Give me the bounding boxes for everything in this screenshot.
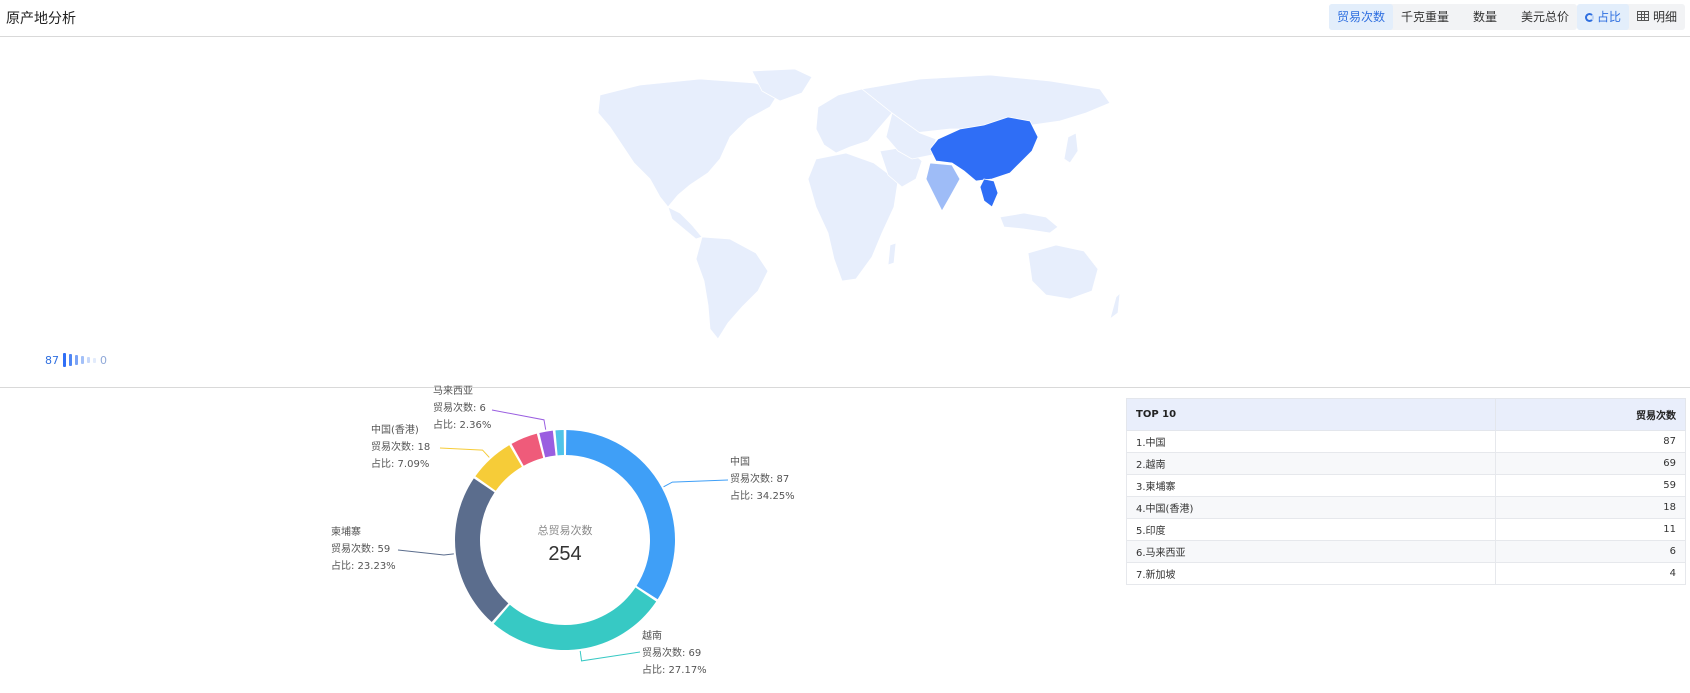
slice-label-count: 贸易次数: 6 xyxy=(433,403,486,414)
table-row[interactable]: 4.中国(香港) 18 xyxy=(1126,496,1686,519)
donut-icon xyxy=(1585,13,1594,22)
slice-label-pct: 占比: 23.23% xyxy=(331,561,396,572)
map-region-japan xyxy=(1063,132,1079,164)
map-region-southeast-asia xyxy=(999,212,1059,234)
world-map xyxy=(597,68,1120,340)
leader-line xyxy=(397,549,454,556)
tab-proportion-label: 占比 xyxy=(1597,10,1622,24)
slice-label-name: 柬埔寨 xyxy=(331,527,361,538)
map-region-new-zealand xyxy=(1109,292,1120,321)
row-name: 1.中国 xyxy=(1126,430,1496,453)
slice-label-name: 中国 xyxy=(730,457,750,468)
map-region-india xyxy=(925,162,961,212)
legend-step xyxy=(87,357,90,363)
legend-step xyxy=(81,356,84,364)
leader-line xyxy=(663,479,729,488)
slice-label-pct: 占比: 34.25% xyxy=(730,491,795,502)
donut-chart: 总贸易次数 254 xyxy=(397,409,729,662)
slice-label-pct: 占比: 7.09% xyxy=(371,459,430,470)
row-value: 59 xyxy=(1495,474,1686,497)
page-header: 原产地分析 贸易次数 千克重量 数量 美元总价 占比 明细 xyxy=(0,0,1690,37)
row-value: 4 xyxy=(1495,562,1686,585)
table-row[interactable]: 5.印度 11 xyxy=(1126,518,1686,541)
row-value: 6 xyxy=(1495,540,1686,563)
slice-label-pct: 占比: 27.17% xyxy=(642,665,707,676)
tab-proportion[interactable]: 占比 xyxy=(1577,4,1630,30)
row-name: 7.新加坡 xyxy=(1126,562,1496,585)
donut-slice-6[interactable] xyxy=(555,430,564,456)
map-region-south-america xyxy=(695,236,769,340)
slice-label-hongkong: 中国(香港) 贸易次数: 18 占比: 7.09% xyxy=(371,422,430,473)
map-region-north-america xyxy=(597,78,781,208)
row-value: 69 xyxy=(1495,452,1686,475)
row-name: 3.柬埔寨 xyxy=(1126,474,1496,497)
table-header-row: TOP 10 贸易次数 xyxy=(1126,398,1686,431)
tab-quantity[interactable]: 数量 xyxy=(1457,4,1513,30)
table-icon xyxy=(1637,11,1650,21)
row-name: 4.中国(香港) xyxy=(1126,496,1496,519)
donut-slice-2[interactable] xyxy=(454,478,509,623)
row-name: 5.印度 xyxy=(1126,518,1496,541)
legend-step xyxy=(75,355,78,365)
slice-label-vietnam: 越南 贸易次数: 69 占比: 27.17% xyxy=(642,628,707,679)
col-header-trade-count[interactable]: 贸易次数 xyxy=(1495,398,1686,431)
slice-label-count: 贸易次数: 59 xyxy=(331,544,391,555)
map-region-australia xyxy=(1027,244,1099,300)
slice-label-malaysia: 马来西亚 贸易次数: 6 占比: 2.36% xyxy=(433,383,491,434)
view-tab-group: 占比 明细 xyxy=(1577,4,1686,30)
map-region-central-america xyxy=(667,206,703,240)
table-row[interactable]: 1.中国 87 xyxy=(1126,430,1686,453)
legend-max-label: 87 xyxy=(45,353,59,367)
metric-tab-group: 贸易次数 千克重量 数量 美元总价 xyxy=(1329,4,1578,30)
slice-label-count: 贸易次数: 18 xyxy=(371,442,431,453)
row-name: 2.越南 xyxy=(1126,452,1496,475)
map-region-vietnam xyxy=(979,178,999,208)
map-legend: 87 0 xyxy=(45,353,107,367)
col-header-name[interactable]: TOP 10 xyxy=(1126,398,1496,431)
slice-label-count: 贸易次数: 69 xyxy=(642,648,702,659)
map-region-africa xyxy=(807,152,899,282)
table-row[interactable]: 7.新加坡 4 xyxy=(1126,562,1686,585)
slice-label-name: 越南 xyxy=(642,631,662,642)
leader-line xyxy=(491,409,547,430)
slice-label-name: 中国(香港) xyxy=(371,425,419,436)
legend-step xyxy=(69,354,72,366)
donut-slice-3[interactable] xyxy=(475,445,522,491)
row-value: 18 xyxy=(1495,496,1686,519)
tab-trade-count[interactable]: 贸易次数 xyxy=(1329,4,1394,30)
donut-slice-1[interactable] xyxy=(493,587,657,650)
legend-step xyxy=(93,357,96,363)
table-row[interactable]: 6.马来西亚 6 xyxy=(1126,540,1686,563)
row-value: 87 xyxy=(1495,430,1686,453)
slice-label-pct: 占比: 2.36% xyxy=(433,420,492,431)
leader-line xyxy=(579,650,641,662)
table-row[interactable]: 2.越南 69 xyxy=(1126,452,1686,475)
donut-center-label: 总贸易次数 xyxy=(538,523,593,537)
legend-gradient xyxy=(63,353,96,367)
tab-detail-label: 明细 xyxy=(1653,10,1678,24)
legend-step xyxy=(63,353,66,367)
legend-min-label: 0 xyxy=(100,353,107,367)
donut-slice-0[interactable] xyxy=(566,430,675,600)
row-name: 6.马来西亚 xyxy=(1126,540,1496,563)
slice-label-name: 马来西亚 xyxy=(433,386,473,397)
tab-usd-total[interactable]: 美元总价 xyxy=(1513,4,1577,30)
page-title: 原产地分析 xyxy=(6,11,76,27)
slice-label-count: 贸易次数: 87 xyxy=(730,474,790,485)
slice-label-china: 中国 贸易次数: 87 占比: 34.25% xyxy=(730,454,795,505)
donut-center-value: 254 xyxy=(548,543,581,565)
tab-kg-weight[interactable]: 千克重量 xyxy=(1393,4,1457,30)
leader-line xyxy=(439,447,490,458)
donut-chart-panel: 总贸易次数 254 中国 贸易次数: 87 占比: 34.25% 越南 贸易次数… xyxy=(0,386,1100,690)
top10-table: TOP 10 贸易次数 1.中国 87 2.越南 69 3.柬埔寨 59 4.中国(香… xyxy=(1126,398,1686,585)
table-body: 1.中国 87 2.越南 69 3.柬埔寨 59 4.中国(香港) 18 5.印度 11 … xyxy=(1126,430,1686,585)
map-region-madagascar xyxy=(887,242,897,266)
world-map-panel: 87 0 xyxy=(0,37,1690,388)
tab-detail[interactable]: 明细 xyxy=(1629,4,1685,30)
slice-label-cambodia: 柬埔寨 贸易次数: 59 占比: 23.23% xyxy=(331,524,396,575)
table-row[interactable]: 3.柬埔寨 59 xyxy=(1126,474,1686,497)
row-value: 11 xyxy=(1495,518,1686,541)
